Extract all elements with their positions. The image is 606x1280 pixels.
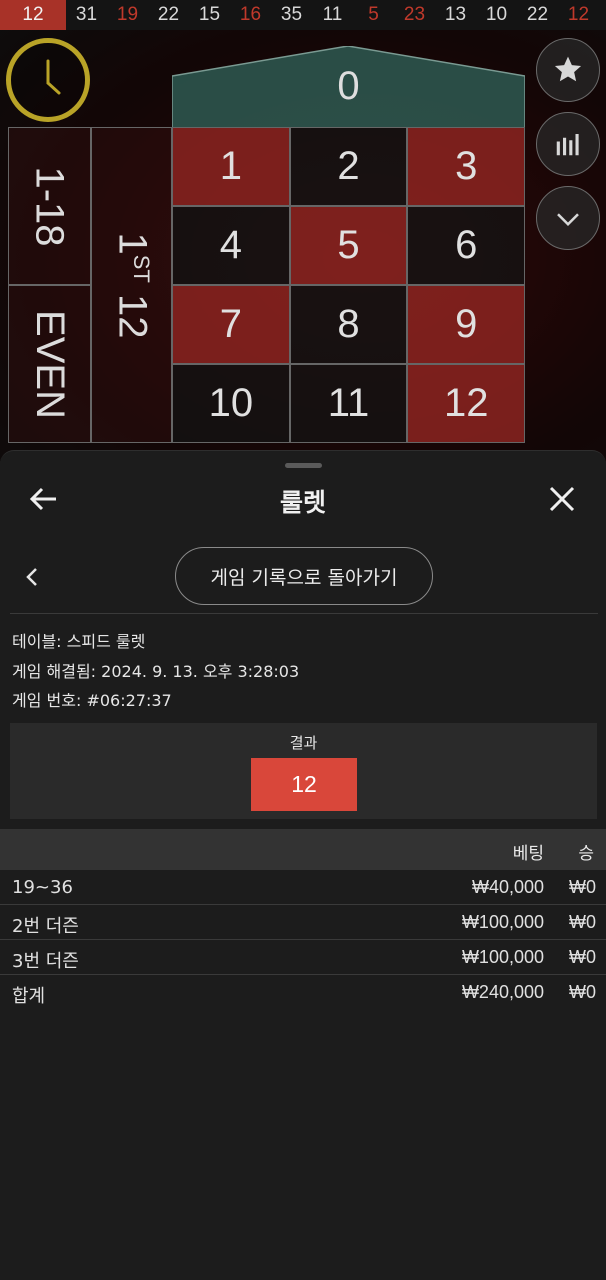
number-cell[interactable]: 11: [289, 364, 408, 443]
bet-name: 2번 더즌: [12, 916, 79, 937]
table-label: 테이블:: [12, 632, 62, 651]
number-cell[interactable]: 7: [172, 285, 290, 364]
bets-table: 베팅 승 19~36 ₩40,000 ₩0 2번 더즌 ₩100,000 ₩0 3번 더즌 ₩…: [0, 829, 606, 1010]
result-history-strip: 12 31 19 22 15 16 35 11 5 23 13 10 22 12: [0, 0, 606, 30]
bet-name: 19~36: [12, 877, 73, 898]
game-id-value: #06:27:37: [86, 691, 172, 710]
number-cell[interactable]: 2: [289, 127, 408, 206]
bet-amount: ₩100,000: [461, 947, 544, 967]
history-number: 16: [239, 4, 262, 25]
grab-handle[interactable]: [285, 463, 322, 468]
number-cell[interactable]: 10: [172, 364, 290, 443]
zero-cell[interactable]: 0: [172, 46, 525, 128]
resolved-label: 게임 해결됨:: [12, 662, 97, 681]
number-cell[interactable]: 5: [289, 206, 408, 285]
even-bet-label: EVEN: [28, 309, 72, 419]
bet-column-header: 베팅: [512, 844, 544, 864]
low-bet-cell[interactable]: 1-18: [8, 127, 91, 285]
total-win: ₩0: [569, 982, 596, 1002]
star-icon: [554, 56, 582, 82]
bets-table-header: 베팅 승: [0, 829, 606, 870]
number-cell[interactable]: 8: [289, 285, 408, 364]
chevron-left-icon[interactable]: [20, 563, 44, 591]
bet-name: 3번 더즌: [12, 951, 79, 972]
history-nav-row: 게임 기록으로 돌아가기: [0, 547, 606, 607]
history-number: 19: [116, 4, 139, 25]
clock-hand-icon: [46, 59, 61, 95]
statistics-icon: [556, 134, 579, 156]
collapse-button[interactable]: [536, 186, 600, 250]
zero-label: 0: [337, 64, 360, 108]
result-number-badge: 12: [251, 758, 357, 811]
bet-win: ₩0: [569, 912, 596, 932]
statistics-button[interactable]: [536, 112, 600, 176]
number-cell[interactable]: 9: [407, 285, 526, 364]
history-number: 13: [444, 4, 467, 25]
number-cell[interactable]: 6: [407, 206, 526, 285]
win-column-header: 승: [578, 844, 594, 864]
divider: [10, 613, 598, 614]
table-value: 스피드 룰렛: [66, 632, 146, 651]
favorite-button[interactable]: [536, 38, 600, 102]
resolved-info: 게임 해결됨: 2024. 9. 13. 오후 3:28:03: [12, 658, 592, 682]
bet-win: ₩0: [569, 877, 596, 897]
result-label: 결과: [289, 734, 318, 752]
total-label: 합계: [12, 986, 46, 1007]
number-cell[interactable]: 12: [407, 364, 526, 443]
bet-row: 2번 더즌 ₩100,000 ₩0: [0, 905, 606, 940]
history-number: 10: [485, 4, 508, 25]
bet-row: 3번 더즌 ₩100,000 ₩0: [0, 940, 606, 975]
bet-amount: ₩100,000: [461, 912, 544, 932]
game-id-label: 게임 번호:: [12, 691, 82, 710]
even-bet-cell[interactable]: EVEN: [8, 285, 91, 443]
history-number: 11: [322, 4, 343, 25]
table-info: 테이블: 스피드 룰렛: [12, 628, 592, 652]
chevron-down-icon: [557, 213, 579, 227]
history-number: 31: [75, 4, 98, 25]
total-amount: ₩240,000: [461, 982, 544, 1002]
history-number: 35: [280, 4, 303, 25]
number-cell[interactable]: 1: [172, 127, 290, 206]
bet-row: 19~36 ₩40,000 ₩0: [0, 870, 606, 905]
bet-amount: ₩40,000: [471, 877, 544, 897]
low-bet-label: 1-18: [28, 165, 72, 247]
bet-win: ₩0: [569, 947, 596, 967]
resolved-value: 2024. 9. 13. 오후 3:28:03: [101, 662, 300, 681]
close-icon[interactable]: [544, 481, 580, 517]
sheet-title: 룰렛: [279, 488, 326, 517]
history-number: 5: [368, 4, 379, 25]
history-number: 22: [526, 4, 549, 25]
history-number: 22: [157, 4, 180, 25]
number-cell[interactable]: 3: [407, 127, 526, 206]
game-detail-sheet: 룰렛 게임 기록으로 돌아가기 테이블: 스피드 룰렛 게임 해결됨: 2024…: [0, 450, 606, 1280]
game-id-info: 게임 번호: #06:27:37: [12, 687, 592, 711]
sheet-header: 룰렛: [0, 477, 606, 521]
number-board: 1 2 3 4 5 6 7 8 9 10 11 12: [172, 127, 526, 443]
history-number: 12: [567, 4, 590, 25]
first-dozen-cell[interactable]: 1ST 12: [91, 127, 172, 443]
history-number: 23: [403, 4, 426, 25]
first-dozen-label: 1ST 12: [110, 232, 154, 338]
game-scene: 12 31 19 22 15 16 35 11 5 23 13 10 22 12 0 1-18: [0, 0, 606, 470]
number-cell[interactable]: 4: [172, 206, 290, 285]
result-box: 결과 12: [10, 723, 597, 819]
history-number: 15: [198, 4, 221, 25]
history-number: 12: [0, 0, 66, 30]
total-row: 합계 ₩240,000 ₩0: [0, 975, 606, 1010]
back-to-history-button[interactable]: 게임 기록으로 돌아가기: [175, 547, 433, 605]
timer-clock-icon: [6, 38, 90, 122]
